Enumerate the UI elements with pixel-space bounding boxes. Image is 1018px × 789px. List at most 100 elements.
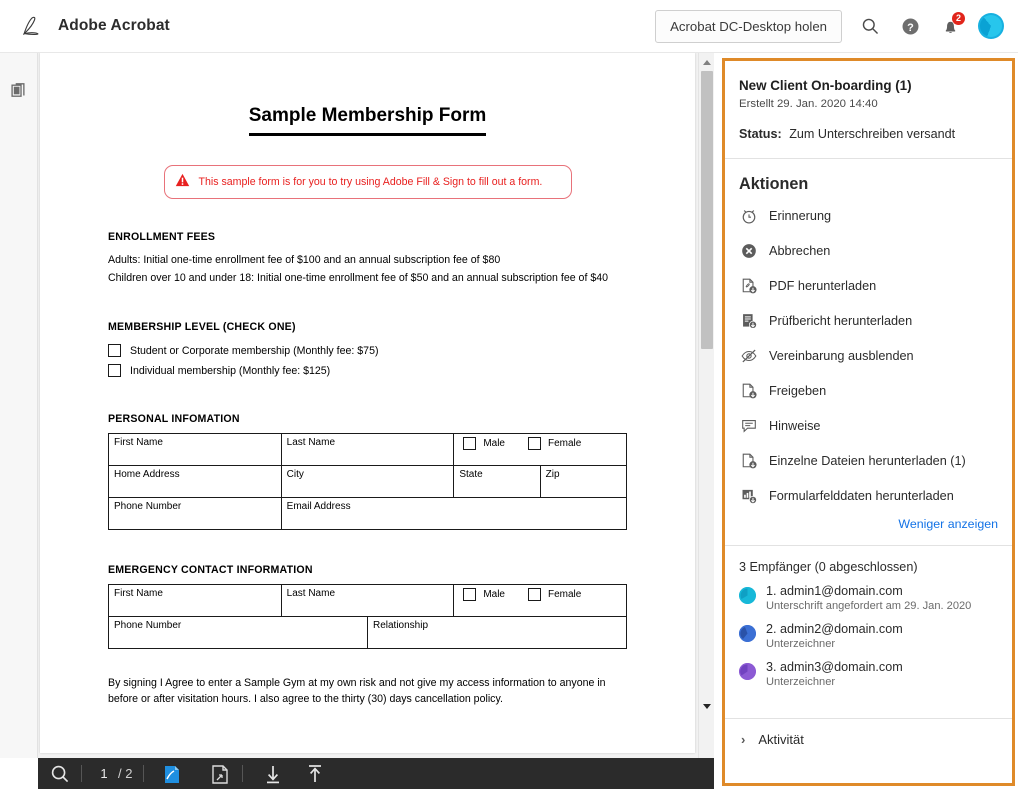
recipient-avatar [739,625,756,643]
checkbox-student-membership[interactable] [108,344,121,357]
agreement-details-panel: New Client On-boarding (1) Erstellt 29. … [722,58,1015,786]
cell-home-address[interactable]: Home Address [108,465,282,498]
activity-label: Aktivität [758,732,804,748]
action-download-form-field-data[interactable]: Formularfelddaten herunterladen [739,478,998,513]
label-male: Male [483,438,505,449]
agreement-created-date: Erstellt 29. Jan. 2020 14:40 [739,98,878,111]
cell-emergency-first-name[interactable]: First Name [108,584,282,617]
show-less-link[interactable]: Weniger anzeigen [898,517,998,531]
export-pdf-icon[interactable] [209,758,231,789]
cell-email-address[interactable]: Email Address [280,497,628,530]
search-icon[interactable] [858,14,882,38]
recipient-name: 1. admin1@domain.com [766,584,903,599]
personal-information-heading: PERSONAL INFOMATION [108,413,240,425]
page-total-label: / 2 [118,766,133,781]
membership-option-student[interactable]: Student or Corporate membership (Monthly… [108,344,627,357]
checkbox-female[interactable] [528,437,541,450]
notification-badge: 2 [952,12,965,25]
cell-state[interactable]: State [453,465,541,498]
checkbox-emergency-female[interactable] [528,588,541,601]
toolbar-search-icon[interactable] [50,758,70,789]
fill-and-sign-icon[interactable] [161,758,183,789]
header-actions: Acrobat DC-Desktop holen ? 2 [655,9,1004,43]
app-header: Adobe Acrobat Acrobat DC-Desktop holen ?… [0,0,1018,53]
table-row: First Name Last Name Male Female [108,584,627,617]
emergency-contact-heading: EMERGENCY CONTACT INFORMATION [108,564,313,576]
form-title-wrapper: Sample Membership Form [108,53,627,136]
action-label: Abbrechen [769,243,831,258]
cell-emergency-last-name[interactable]: Last Name [280,584,455,617]
action-download-audit-report[interactable]: Prüfbericht herunterladen [739,303,998,338]
warning-triangle-icon [175,173,190,190]
action-download-individual-files[interactable]: Einzelne Dateien herunterladen (1) [739,443,998,478]
recipient-name: 2. admin2@domain.com [766,622,903,637]
agreement-title: New Client On-boarding (1) [739,78,912,93]
checkbox-individual-membership[interactable] [108,364,121,377]
help-icon[interactable]: ? [898,14,922,38]
files-download-icon [739,451,758,470]
page-number-input[interactable] [93,766,115,781]
recipient-avatar [739,587,756,605]
checkbox-male[interactable] [463,437,477,450]
toolbar-divider [81,765,82,782]
download-icon[interactable] [263,758,283,789]
actions-heading: Aktionen [739,175,809,194]
membership-option-student-label: Student or Corporate membership (Monthly… [130,344,379,357]
cell-emergency-relationship[interactable]: Relationship [366,616,628,649]
action-label: Freigeben [769,383,827,398]
document-page: Sample Membership Form This sample form … [40,53,695,753]
action-cancel[interactable]: Abbrechen [739,233,998,268]
show-less-row: Weniger anzeigen [725,513,1012,545]
upload-icon[interactable] [305,758,325,789]
emergency-contact-table: First Name Last Name Male Female Phone N… [108,584,628,649]
comment-icon [739,416,758,435]
avatar[interactable] [978,13,1004,39]
personal-information-table: First Name Last Name Male Female Home Ad… [108,433,628,530]
action-reminder[interactable]: Erinnerung [739,198,998,233]
cell-phone-number[interactable]: Phone Number [108,497,282,530]
chevron-right-icon: › [741,732,746,748]
label-female: Female [548,438,582,449]
cell-first-name[interactable]: First Name [108,433,282,466]
report-download-icon [739,311,758,330]
share-file-icon [739,381,758,400]
document-scrollbar[interactable] [698,53,714,758]
action-share[interactable]: Freigeben [739,373,998,408]
pdf-download-icon [739,276,758,295]
action-label: Hinweise [769,418,821,433]
scroll-down-icon[interactable] [699,698,715,714]
page-thumbnails-icon[interactable] [7,78,31,102]
activity-section-toggle[interactable]: › Aktivität [725,719,1012,747]
checkbox-emergency-male[interactable] [463,588,477,601]
document-viewport[interactable]: Sample Membership Form This sample form … [38,53,698,758]
list-item[interactable]: 3. admin3@domain.com Unterzeichner [739,660,998,688]
recipient-status: Unterzeichner [766,638,836,651]
page-title: Sample Membership Form [248,105,487,136]
action-notes[interactable]: Hinweise [739,408,998,443]
status-row: Status: Zum Unterschreiben versandt [739,127,998,141]
enrollment-fees-line-2: Children over 10 and under 18: Initial o… [108,272,609,284]
membership-option-individual[interactable]: Individual membership (Monthly fee: $125… [108,364,627,377]
cell-last-name[interactable]: Last Name [280,433,455,466]
eye-off-icon [739,346,758,365]
recipients-count: 3 Empfänger (0 abgeschlossen) [739,560,918,575]
cell-city[interactable]: City [280,465,455,498]
toolbar-divider [143,765,145,782]
list-item[interactable]: 1. admin1@domain.com Unterschrift angefo… [739,584,998,612]
get-acrobat-desktop-button[interactable]: Acrobat DC-Desktop holen [655,9,842,43]
list-item[interactable]: 2. admin2@domain.com Unterzeichner [739,622,998,650]
action-label: Formularfelddaten herunterladen [769,488,954,503]
cell-zip[interactable]: Zip [539,465,628,498]
status-label: Status: [739,127,782,142]
cell-emergency-phone[interactable]: Phone Number [108,616,368,649]
bell-icon[interactable]: 2 [938,12,965,38]
action-hide-agreement[interactable]: Vereinbarung ausblenden [739,338,998,373]
alarm-clock-icon [739,206,758,225]
cell-gender: Male Female [453,433,627,466]
action-download-pdf[interactable]: PDF herunterladen [739,268,998,303]
action-label: Erinnerung [769,208,832,223]
enrollment-fees-heading: ENROLLMENT FEES [108,231,216,243]
action-label: PDF herunterladen [769,278,877,293]
scrollbar-thumb[interactable] [701,71,713,349]
scroll-up-icon[interactable] [699,54,715,70]
